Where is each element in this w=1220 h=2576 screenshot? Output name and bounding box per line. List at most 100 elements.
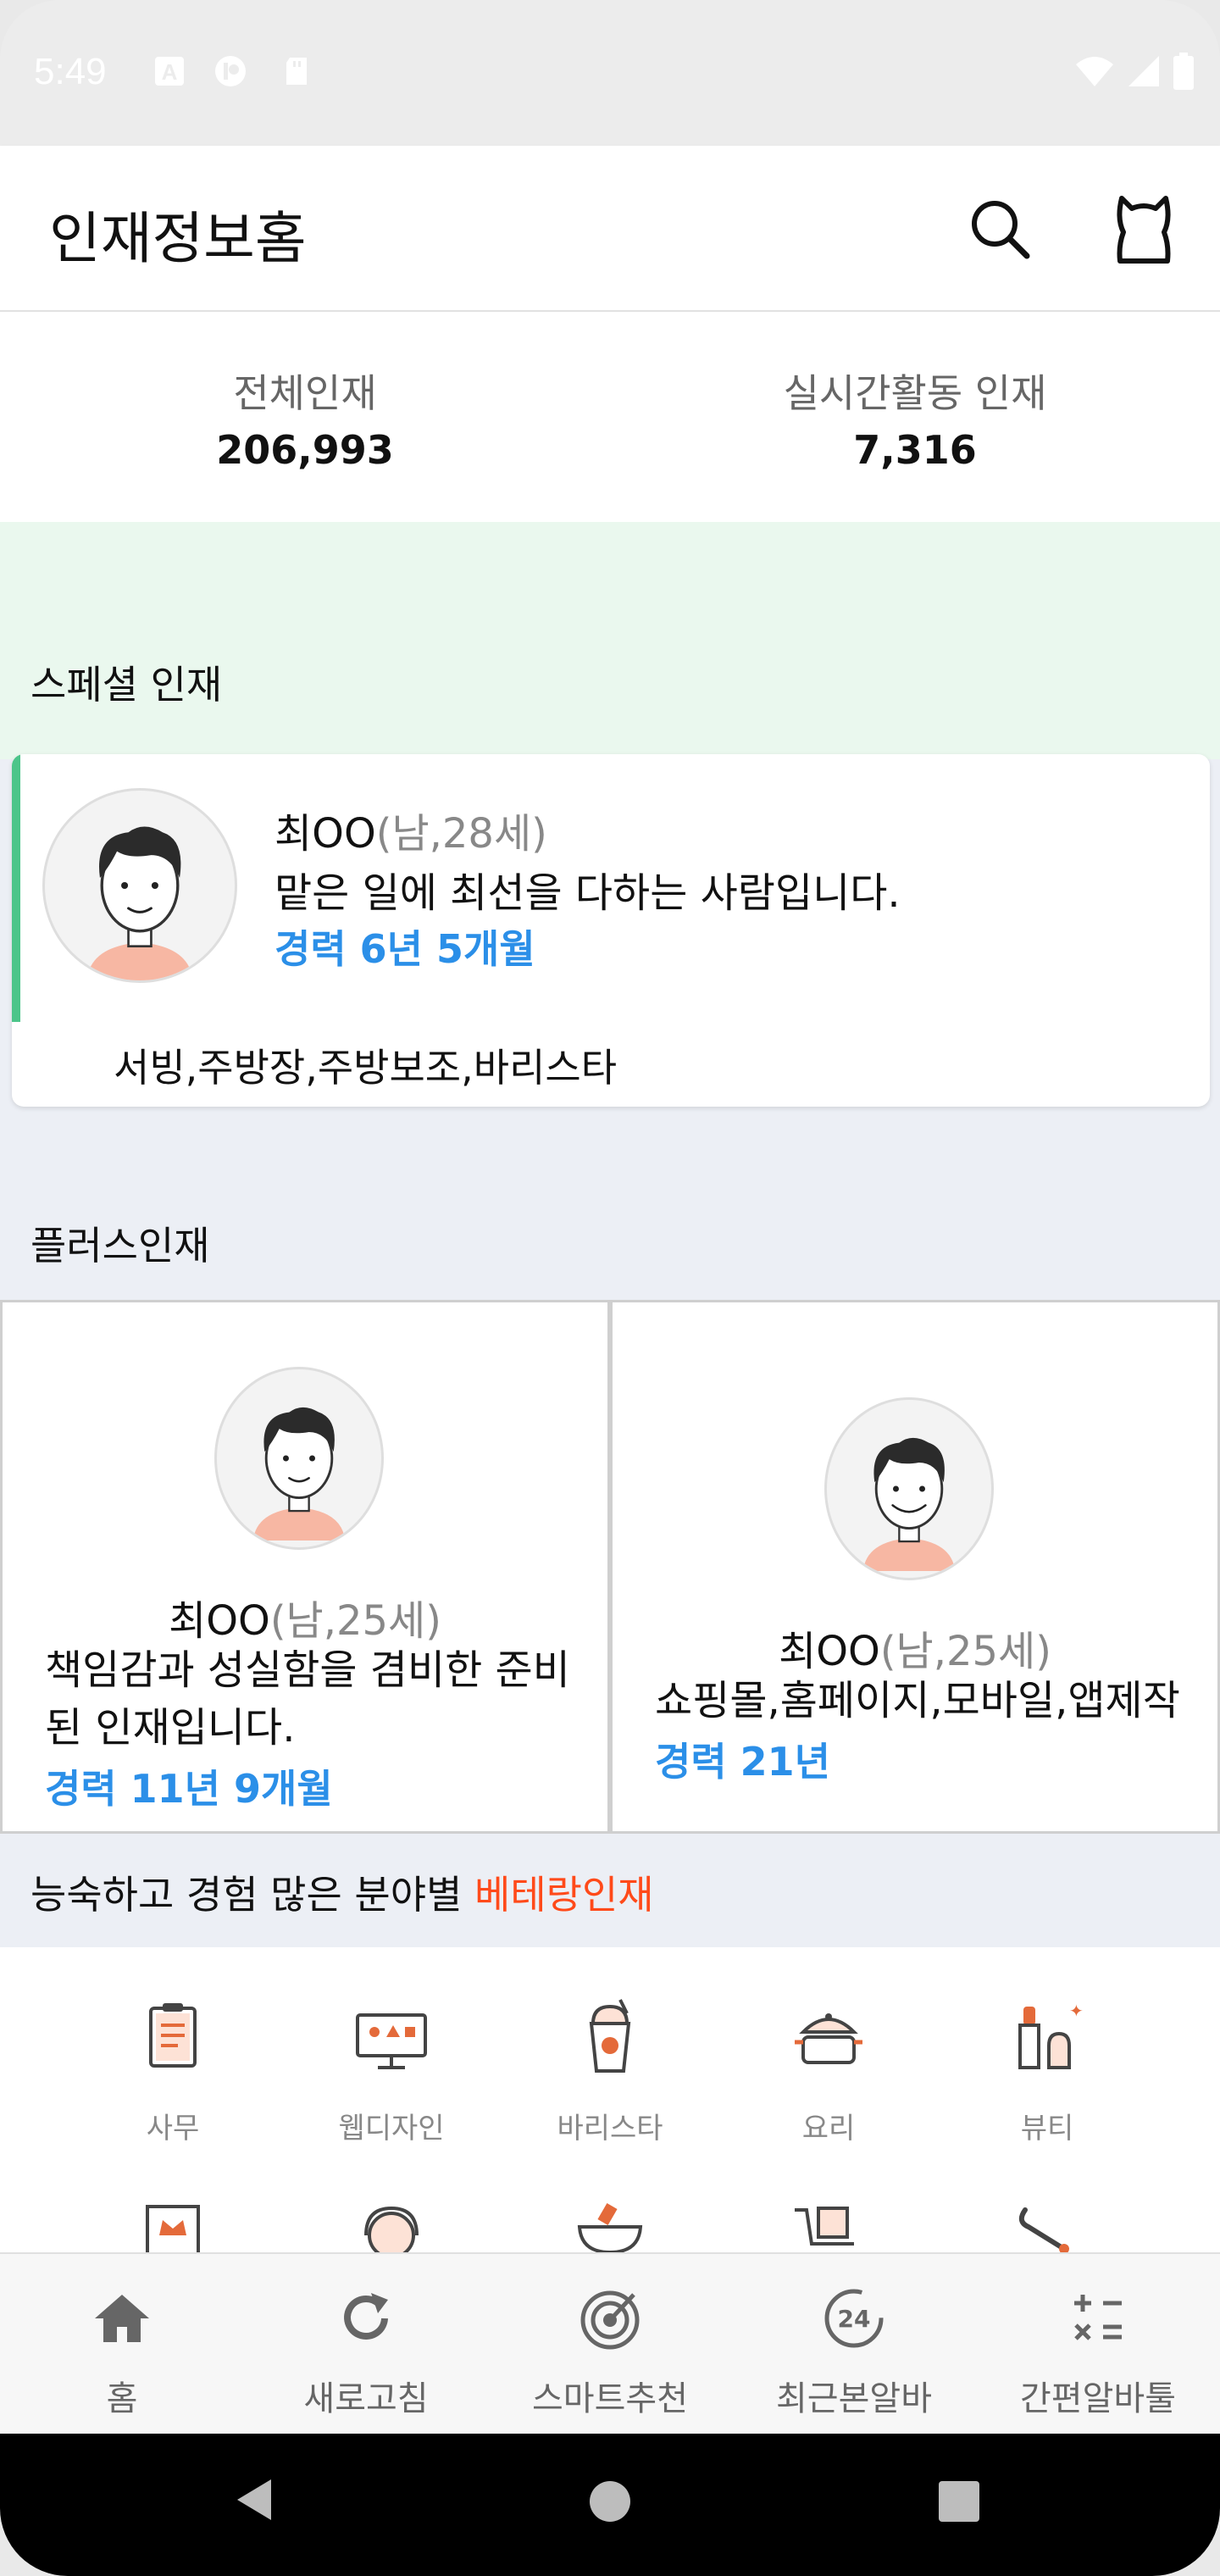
male-avatar-icon: [862, 1437, 956, 1571]
category-beauty[interactable]: ✦ 뷰티: [962, 1995, 1132, 2146]
plus-name-line: 최OO(남,25세): [3, 1587, 607, 1646]
plus-name-line: 최OO(남,25세): [613, 1618, 1217, 1677]
special-name: 최OO: [274, 810, 376, 858]
status-right-icons: [1074, 53, 1195, 90]
veteran-section-title: 능숙하고 경험 많은 분야별 베테랑인재: [30, 1864, 654, 1920]
svg-text:24: 24: [838, 2305, 871, 2333]
special-section-title: 스페셜 인재: [30, 662, 223, 708]
home-circle-icon[interactable]: [586, 2478, 634, 2525]
stat-active-label: 실시간활동 인재: [783, 370, 1047, 416]
stat-total: 전체인재 206,993: [0, 312, 610, 522]
male-avatar-icon: [86, 826, 193, 980]
nav-smart-recommend[interactable]: 스마트추천: [488, 2254, 732, 2434]
recent-24-icon: 24: [824, 2289, 884, 2348]
stat-total-value: 206,993: [216, 427, 394, 473]
nav-label: 새로고침: [303, 2379, 429, 2418]
special-career: 경력 6년 5개월: [274, 926, 535, 972]
plus-career: 경력 21년: [655, 1739, 830, 1785]
coffee-icon: [589, 1999, 631, 2073]
plus-name: 최OO: [169, 1597, 270, 1645]
sd-card-icon: [286, 58, 307, 85]
special-intro: 맡은 일에 최선을 다하는 사람입니다.: [274, 869, 901, 917]
app-notification-icon: [215, 56, 246, 86]
stat-total-label: 전체인재: [233, 370, 377, 416]
search-icon: [972, 201, 1030, 259]
profile-button[interactable]: [1101, 186, 1186, 271]
plus-section-title: 플러스인재: [30, 1223, 210, 1269]
special-jobs: 서빙,주방장,주방보조,바리스타: [114, 1045, 618, 1091]
special-talent-card[interactable]: 최OO(남,28세) 맡은 일에 최선을 다하는 사람입니다. 경력 6년 5개…: [12, 754, 1210, 1107]
category-label: 사무: [146, 2112, 200, 2146]
refresh-icon: [344, 2293, 388, 2340]
back-icon[interactable]: [229, 2474, 280, 2525]
category-barista[interactable]: 바리스타: [525, 1995, 695, 2146]
nav-recent[interactable]: 24 최근본알바: [732, 2254, 976, 2434]
nav-label: 홈: [106, 2379, 138, 2418]
category-office[interactable]: 사무: [88, 1995, 258, 2146]
avatar: [42, 788, 237, 983]
calculator-icon: [1074, 2295, 1122, 2340]
nav-home[interactable]: 홈: [0, 2254, 244, 2434]
veteran-prefix: 능숙하고 경험 많은 분야별: [30, 1872, 475, 1918]
wrench-icon: [1018, 2207, 1069, 2252]
talent-stats: 전체인재 206,993 실시간활동 인재 7,316: [0, 312, 1220, 522]
avatar: [824, 1397, 994, 1580]
wifi-icon: [1076, 57, 1113, 86]
keyboard-a-icon: A: [155, 57, 184, 86]
svg-text:✦: ✦: [1069, 2001, 1084, 2021]
cell-signal-icon: [1128, 56, 1159, 86]
male-avatar-icon: [252, 1407, 346, 1541]
nav-label: 간편알바툴: [1020, 2379, 1176, 2418]
bottom-navigation: 홈 새로고침 스마트추천 24 최근본알바 간편알바툴: [0, 2252, 1220, 2434]
cosmetics-icon: ✦: [1018, 2001, 1084, 2069]
plus-meta: (남,25세): [879, 1628, 1051, 1675]
plus-career: 경력 11년 9개월: [45, 1766, 333, 1812]
plus-name: 최OO: [779, 1628, 880, 1675]
svg-text:A: A: [162, 59, 178, 85]
plus-meta: (남,25세): [269, 1597, 441, 1645]
home-icon: [95, 2295, 149, 2342]
special-section-bg: [0, 522, 1220, 759]
system-navigation-bar: [0, 2434, 1220, 2576]
target-icon: [580, 2290, 640, 2350]
app-header: 인재정보홈: [0, 146, 1220, 312]
category-label: 뷰티: [1020, 2112, 1074, 2146]
category-label: 요리: [801, 2112, 856, 2146]
recents-square-icon[interactable]: [937, 2479, 981, 2523]
plus-intro-line-2: 된 인재입니다.: [45, 1704, 296, 1752]
category-panel: 사무 웹디자인 바리스타 요리 ✦ 뷰티: [0, 1947, 1220, 2252]
status-bar: 5:49 A: [0, 0, 1220, 146]
plus-talent-grid: 최OO(남,25세) 책임감과 성실함을 겸비한 준비 된 인재입니다. 경력 …: [0, 1300, 1220, 1834]
plus-talent-card[interactable]: 최OO(남,25세) 쇼핑몰,홈페이지,모바일,앱제작 경력 21년: [610, 1302, 1220, 1831]
alba-character-icon: [1117, 196, 1171, 264]
avatar: [214, 1367, 384, 1550]
page-title: 인재정보홈: [49, 206, 307, 271]
plus-talent-card[interactable]: 최OO(남,25세) 책임감과 성실함을 겸비한 준비 된 인재입니다. 경력 …: [0, 1302, 610, 1831]
nav-label: 스마트추천: [532, 2379, 688, 2418]
special-meta: (남,28세): [375, 810, 547, 858]
special-accent-bar: [12, 754, 20, 1022]
nav-easy-tools[interactable]: 간편알바툴: [976, 2254, 1220, 2434]
category-label: 웹디자인: [338, 2112, 445, 2146]
category-cooking[interactable]: 요리: [744, 1995, 913, 2146]
document-icon: [149, 2003, 197, 2068]
delivery-cart-icon: [795, 2207, 854, 2246]
veteran-highlight: 베테랑인재: [474, 1872, 654, 1918]
nav-label: 최근본알바: [776, 2379, 932, 2418]
crown-box-icon: [146, 2205, 200, 2252]
special-name-line: 최OO(남,28세): [274, 800, 547, 859]
plus-intro-line-1: 쇼핑몰,홈페이지,모바일,앱제작: [655, 1677, 1180, 1724]
monitor-icon: [356, 2013, 427, 2069]
stat-active-value: 7,316: [853, 427, 977, 473]
stat-active: 실시간활동 인재 7,316: [610, 312, 1220, 522]
category-label: 바리스타: [557, 2112, 663, 2146]
search-button[interactable]: [957, 186, 1042, 271]
pot-icon: [795, 2013, 862, 2064]
support-agent-icon: [364, 2206, 419, 2252]
nav-refresh[interactable]: 새로고침: [244, 2254, 488, 2434]
plus-intro-line-1: 책임감과 성실함을 겸비한 준비: [45, 1646, 570, 1694]
category-web-design[interactable]: 웹디자인: [307, 1995, 476, 2146]
status-time: 5:49: [34, 51, 107, 92]
battery-icon: [1173, 53, 1194, 90]
medical-bowl-icon: [577, 2202, 643, 2252]
